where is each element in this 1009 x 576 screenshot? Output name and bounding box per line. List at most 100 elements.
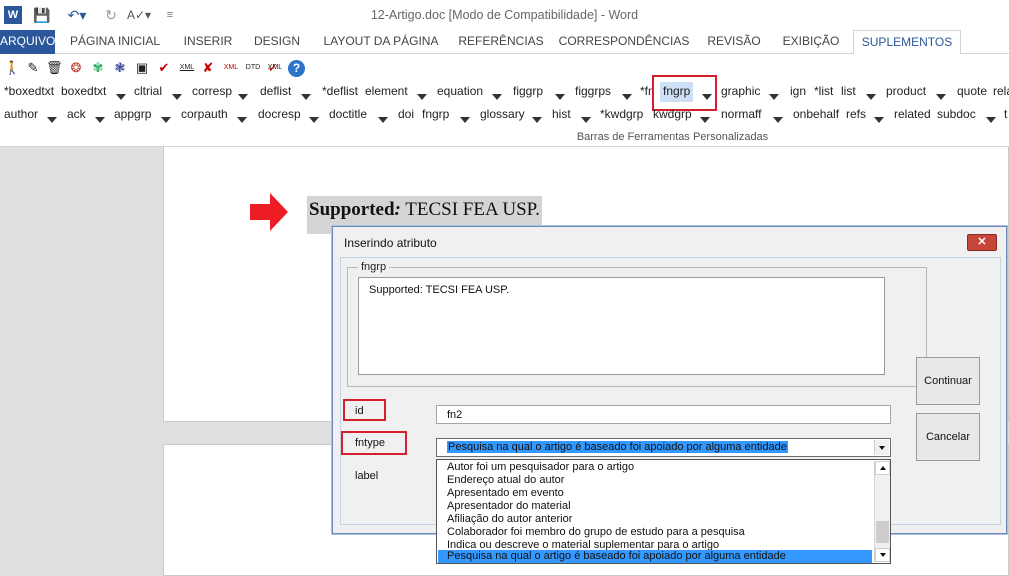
customize-icon[interactable]: ≡ xyxy=(160,5,180,25)
tab-revisao[interactable]: REVISÃO xyxy=(702,30,766,54)
btn-list-star[interactable]: *list xyxy=(814,84,833,98)
chevron-down-icon[interactable] xyxy=(47,112,57,126)
chevron-down-icon[interactable] xyxy=(161,112,171,126)
btn-corpauth[interactable]: corpauth xyxy=(181,107,228,121)
btn-deflist-star[interactable]: *deflist xyxy=(322,84,358,98)
btn-figgrp[interactable]: figgrp xyxy=(513,84,543,98)
spelling-icon[interactable]: A✓▾ xyxy=(124,5,154,25)
btn-subdoc[interactable]: subdoc xyxy=(937,107,976,121)
btn-doctitle[interactable]: doctitle xyxy=(329,107,367,121)
chevron-down-icon[interactable] xyxy=(309,112,319,126)
scroll-down-icon[interactable] xyxy=(875,548,890,562)
btn-quote[interactable]: quote xyxy=(957,84,987,98)
list-item[interactable]: Apresentado em evento xyxy=(438,487,872,500)
pencil-icon[interactable]: ✎ xyxy=(25,60,41,76)
btn-boxedtxt-star[interactable]: *boxedtxt xyxy=(4,84,54,98)
chevron-down-icon[interactable] xyxy=(172,89,182,103)
list-item-selected[interactable]: Pesquisa na qual o artigo é baseado foi … xyxy=(438,550,872,563)
chevron-down-icon[interactable] xyxy=(301,89,311,103)
btn-docresp[interactable]: docresp xyxy=(258,107,301,121)
chevron-down-icon[interactable] xyxy=(866,89,876,103)
btn-glossary[interactable]: glossary xyxy=(480,107,525,121)
btn-ign[interactable]: ign xyxy=(790,84,806,98)
continue-button[interactable]: Continuar xyxy=(916,357,980,405)
btn-onbehalf[interactable]: onbehalf xyxy=(793,107,839,121)
chevron-down-icon[interactable] xyxy=(95,112,105,126)
tab-referencias[interactable]: REFERÊNCIAS xyxy=(456,30,546,54)
chevron-down-icon[interactable] xyxy=(581,112,591,126)
tab-correspondencias[interactable]: CORRESPONDÊNCIAS xyxy=(558,30,690,54)
xml-check-icon[interactable]: XML xyxy=(220,60,242,76)
xml-icon[interactable]: XML xyxy=(176,60,198,76)
chevron-down-icon[interactable] xyxy=(555,89,565,103)
cancel-button[interactable]: Cancelar xyxy=(916,413,980,461)
btn-figgrps[interactable]: figgrps xyxy=(575,84,611,98)
tab-design[interactable]: DESIGN xyxy=(247,30,307,54)
chevron-down-icon[interactable] xyxy=(700,112,710,126)
colors-icon[interactable]: ✾ xyxy=(90,60,106,76)
btn-t[interactable]: t xyxy=(1004,107,1007,121)
list-item[interactable]: Endereço atual do autor xyxy=(438,474,872,487)
btn-boxedtxt[interactable]: boxedtxt xyxy=(61,84,106,98)
chevron-down-icon[interactable] xyxy=(417,89,427,103)
btn-product[interactable]: product xyxy=(886,84,926,98)
tab-layout-da-pagina[interactable]: LAYOUT DA PÁGINA xyxy=(318,30,444,54)
id-input[interactable]: fn2 xyxy=(436,405,891,424)
scroll-up-icon[interactable] xyxy=(875,461,890,475)
tab-pagina-inicial[interactable]: PÁGINA INICIAL xyxy=(61,30,169,54)
btn-element[interactable]: element xyxy=(365,84,408,98)
btn-hist[interactable]: hist xyxy=(552,107,571,121)
check-icon[interactable]: ✔ xyxy=(156,60,172,76)
save-icon[interactable]: 💾 xyxy=(32,5,52,25)
chevron-down-icon[interactable] xyxy=(874,112,884,126)
btn-appgrp[interactable]: appgrp xyxy=(114,107,151,121)
chevron-down-icon[interactable] xyxy=(773,112,783,126)
btn-related-row1[interactable]: related xyxy=(993,84,1009,98)
btn-related-row2[interactable]: related xyxy=(894,107,931,121)
tab-suplementos[interactable]: SUPLEMENTOS xyxy=(853,30,961,55)
help-icon[interactable]: ? xyxy=(288,60,305,77)
btn-equation[interactable]: equation xyxy=(437,84,483,98)
btn-corresp[interactable]: corresp xyxy=(192,84,232,98)
chevron-down-icon[interactable] xyxy=(492,89,502,103)
btn-list[interactable]: list xyxy=(841,84,856,98)
close-button[interactable]: ✕ xyxy=(967,234,997,251)
scroll-thumb[interactable] xyxy=(876,521,889,543)
fntype-dropdown-list[interactable]: Autor foi um pesquisador para o artigo E… xyxy=(436,459,891,564)
btn-fngrp-row2[interactable]: fngrp xyxy=(422,107,449,121)
chevron-down-icon[interactable] xyxy=(874,440,889,455)
tab-arquivo[interactable]: ARQUIVO xyxy=(0,30,55,54)
undo-icon[interactable]: ↶▾ xyxy=(62,5,92,25)
users-icon[interactable]: ❃ xyxy=(112,60,128,76)
list-scrollbar[interactable] xyxy=(874,461,890,562)
chevron-down-icon[interactable] xyxy=(986,112,996,126)
chevron-down-icon[interactable] xyxy=(532,112,542,126)
person-icon[interactable]: 🚶 xyxy=(4,60,20,76)
btn-deflist[interactable]: deflist xyxy=(260,84,291,98)
save-disk-icon[interactable]: ▣ xyxy=(134,60,150,76)
tab-inserir[interactable]: INSERIR xyxy=(178,30,238,54)
tab-exibicao[interactable]: EXIBIÇÃO xyxy=(776,30,846,54)
fngrp-text-area[interactable]: Supported: TECSI FEA USP. xyxy=(358,277,885,375)
group-icon[interactable]: ❂ xyxy=(68,60,84,76)
btn-kwdgrp[interactable]: kwdgrp xyxy=(653,107,692,121)
list-item[interactable]: Apresentador do material xyxy=(438,500,872,513)
chevron-down-icon[interactable] xyxy=(378,112,388,126)
list-item[interactable]: Autor foi um pesquisador para o artigo xyxy=(438,461,872,474)
dtd-icon[interactable]: DTD xyxy=(243,60,263,76)
list-item[interactable]: Colaborador foi membro do grupo de estud… xyxy=(438,526,872,539)
btn-normaff[interactable]: normaff xyxy=(721,107,761,121)
btn-cltrial[interactable]: cltrial xyxy=(134,84,162,98)
chevron-down-icon[interactable] xyxy=(116,89,126,103)
btn-graphic[interactable]: graphic xyxy=(721,84,760,98)
btn-kwdgrp-star[interactable]: *kwdgrp xyxy=(600,107,643,121)
trash-icon[interactable]: 🗑 xyxy=(46,60,63,76)
list-item[interactable]: Afiliação do autor anterior xyxy=(438,513,872,526)
btn-author[interactable]: author xyxy=(4,107,38,121)
chevron-down-icon[interactable] xyxy=(936,89,946,103)
redo-icon[interactable]: ↻ xyxy=(101,5,121,25)
fntype-select[interactable]: Pesquisa na qual o artigo é baseado foi … xyxy=(436,438,891,457)
chevron-down-icon[interactable] xyxy=(769,89,779,103)
xml-report-icon[interactable]: XML xyxy=(265,60,285,76)
chevron-down-icon[interactable] xyxy=(237,112,247,126)
